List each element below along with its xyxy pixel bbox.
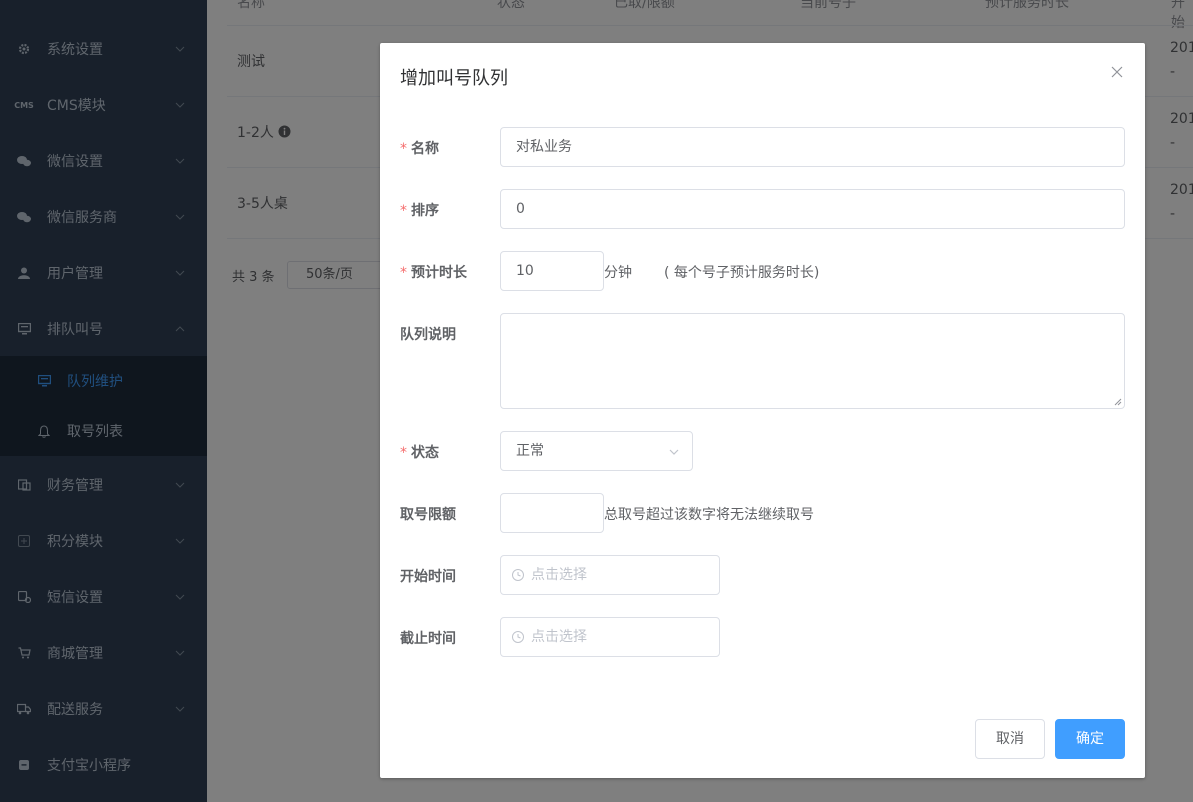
- description-label: 队列说明: [400, 327, 456, 343]
- sort-input[interactable]: 0: [500, 189, 1125, 229]
- limit-input[interactable]: [500, 493, 604, 533]
- status-select[interactable]: 正常: [500, 431, 693, 471]
- description-textarea[interactable]: [500, 313, 1125, 409]
- limit-hint: 总取号超过该数字将无法继续取号: [604, 507, 814, 523]
- dialog-title: 增加叫号队列: [400, 68, 508, 89]
- required-mark: *: [400, 141, 407, 157]
- duration-label: * 预计时长: [400, 265, 467, 281]
- chevron-down-icon: [669, 449, 679, 455]
- start-time-picker[interactable]: 点击选择: [500, 555, 720, 595]
- required-mark: *: [400, 445, 407, 461]
- confirm-button[interactable]: 确定: [1055, 719, 1125, 759]
- end-time-picker[interactable]: 点击选择: [500, 617, 720, 657]
- end-time-label: 截止时间: [400, 631, 456, 647]
- name-input[interactable]: 对私业务: [500, 127, 1125, 167]
- name-label: * 名称: [400, 141, 439, 157]
- add-queue-dialog: 增加叫号队列 * 名称 对私业务 * 排序 0 * 预计时长 10 分钟 ( 每个号子…: [380, 43, 1145, 778]
- limit-label: 取号限额: [400, 507, 456, 523]
- duration-input[interactable]: 10: [500, 251, 604, 291]
- clock-icon: [512, 631, 524, 643]
- clock-icon: [512, 569, 524, 581]
- end-time-placeholder: 点击选择: [531, 629, 587, 645]
- name-input-value: 对私业务: [516, 139, 572, 155]
- status-select-value: 正常: [516, 443, 544, 459]
- required-mark: *: [400, 203, 407, 219]
- required-mark: *: [400, 265, 407, 281]
- duration-unit: 分钟: [604, 265, 632, 281]
- duration-hint: ( 每个号子预计服务时长): [664, 265, 820, 281]
- duration-input-value: 10: [516, 263, 534, 279]
- resize-handle-icon[interactable]: [1114, 398, 1122, 406]
- close-icon[interactable]: [1110, 65, 1124, 79]
- sort-label: * 排序: [400, 203, 439, 219]
- sort-input-value: 0: [516, 201, 525, 217]
- cancel-button[interactable]: 取消: [975, 719, 1045, 759]
- status-label: * 状态: [400, 445, 439, 461]
- start-time-label: 开始时间: [400, 569, 456, 585]
- start-time-placeholder: 点击选择: [531, 567, 587, 583]
